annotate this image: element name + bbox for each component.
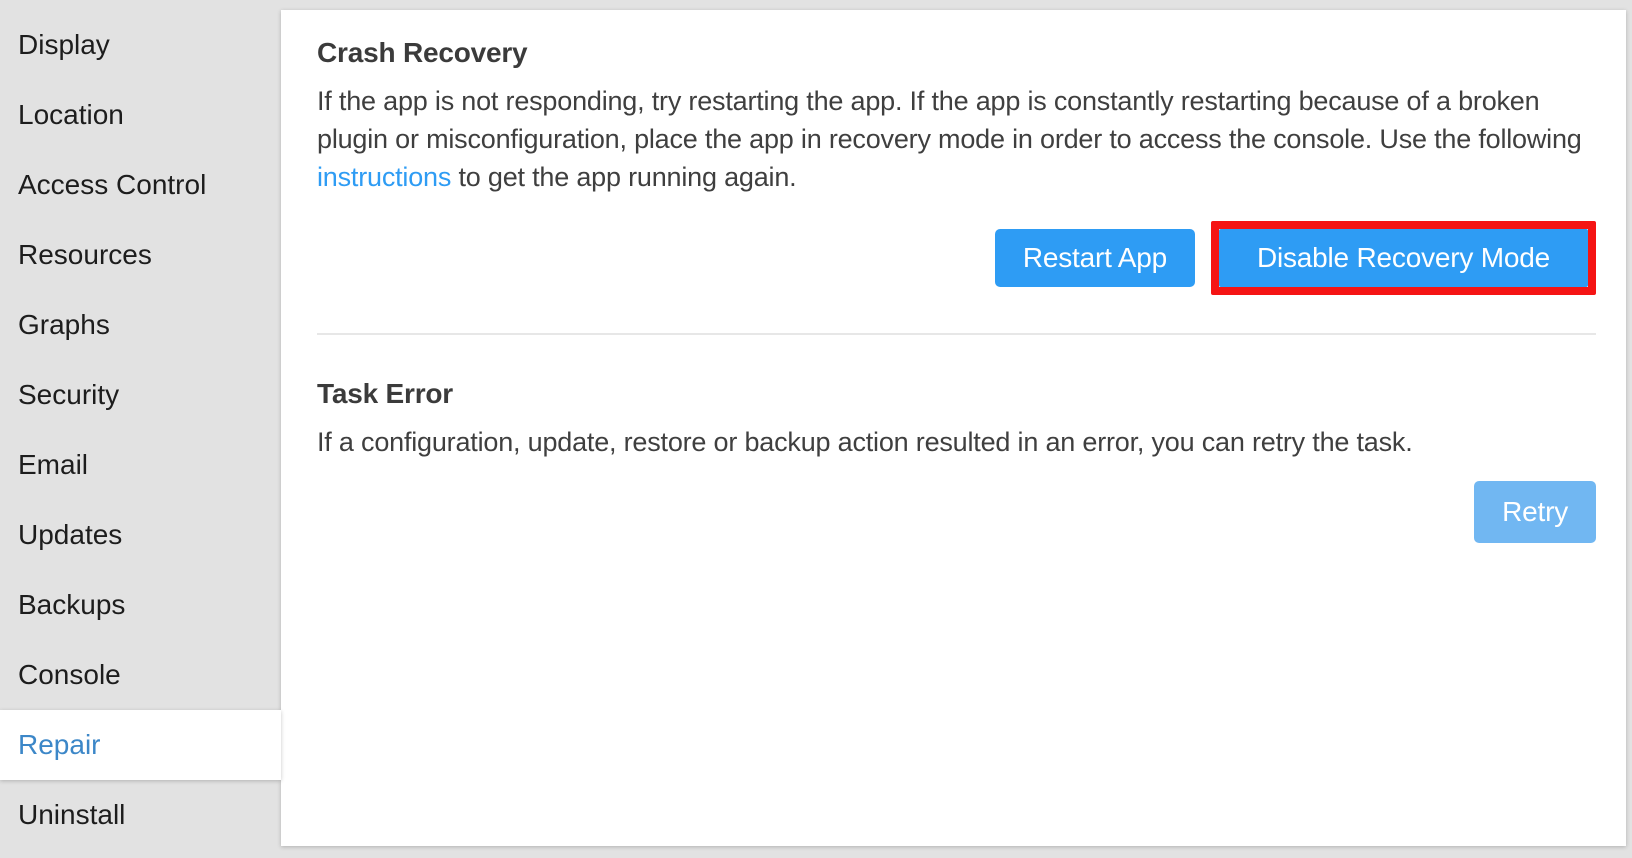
sidebar-item-label: Repair <box>18 729 100 761</box>
sidebar-item-label: Uninstall <box>18 799 125 831</box>
sidebar-item-label: Updates <box>18 519 122 551</box>
sidebar-item-repair[interactable]: Repair <box>0 710 281 780</box>
restart-app-button[interactable]: Restart App <box>995 229 1195 287</box>
sidebar-item-uninstall[interactable]: Uninstall <box>0 780 281 850</box>
sidebar-item-updates[interactable]: Updates <box>0 500 281 570</box>
sidebar-item-graphs[interactable]: Graphs <box>0 290 281 360</box>
task-error-actions: Retry <box>317 481 1596 543</box>
sidebar-item-label: Resources <box>18 239 152 271</box>
sidebar: Display Location Access Control Resources Gr… <box>0 0 281 858</box>
crash-recovery-description-text: If the app is not responding, try restar… <box>317 86 1582 154</box>
sidebar-item-label: Display <box>18 29 110 61</box>
crash-recovery-actions: Restart App Disable Recovery Mode <box>317 221 1596 295</box>
sidebar-item-access-control[interactable]: Access Control <box>0 150 281 220</box>
sidebar-item-label: Backups <box>18 589 125 621</box>
crash-recovery-description-text-end: to get the app running again. <box>451 162 796 192</box>
sidebar-item-label: Graphs <box>18 309 110 341</box>
task-error-title: Task Error <box>317 375 1596 413</box>
sidebar-item-label: Console <box>18 659 121 691</box>
crash-recovery-title: Crash Recovery <box>317 34 1596 72</box>
crash-recovery-section: Crash Recovery If the app is not respond… <box>317 34 1596 335</box>
retry-button[interactable]: Retry <box>1474 481 1596 543</box>
sidebar-item-backups[interactable]: Backups <box>0 570 281 640</box>
sidebar-item-label: Access Control <box>18 169 206 201</box>
task-error-section: Task Error If a configuration, update, r… <box>317 375 1596 543</box>
sidebar-item-label: Security <box>18 379 119 411</box>
annotation-highlight-box: Disable Recovery Mode <box>1211 221 1596 295</box>
sidebar-item-display[interactable]: Display <box>0 10 281 80</box>
sidebar-item-security[interactable]: Security <box>0 360 281 430</box>
sidebar-item-console[interactable]: Console <box>0 640 281 710</box>
disable-recovery-mode-button[interactable]: Disable Recovery Mode <box>1219 229 1588 287</box>
instructions-link[interactable]: instructions <box>317 162 451 192</box>
sidebar-item-label: Email <box>18 449 88 481</box>
section-divider <box>317 333 1596 335</box>
crash-recovery-description: If the app is not responding, try restar… <box>317 82 1596 196</box>
content-panel: Crash Recovery If the app is not respond… <box>281 10 1626 846</box>
sidebar-item-resources[interactable]: Resources <box>0 220 281 290</box>
task-error-description: If a configuration, update, restore or b… <box>317 423 1596 461</box>
sidebar-item-location[interactable]: Location <box>0 80 281 150</box>
settings-page: Display Location Access Control Resources Gr… <box>0 0 1632 858</box>
sidebar-item-label: Location <box>18 99 124 131</box>
sidebar-item-email[interactable]: Email <box>0 430 281 500</box>
